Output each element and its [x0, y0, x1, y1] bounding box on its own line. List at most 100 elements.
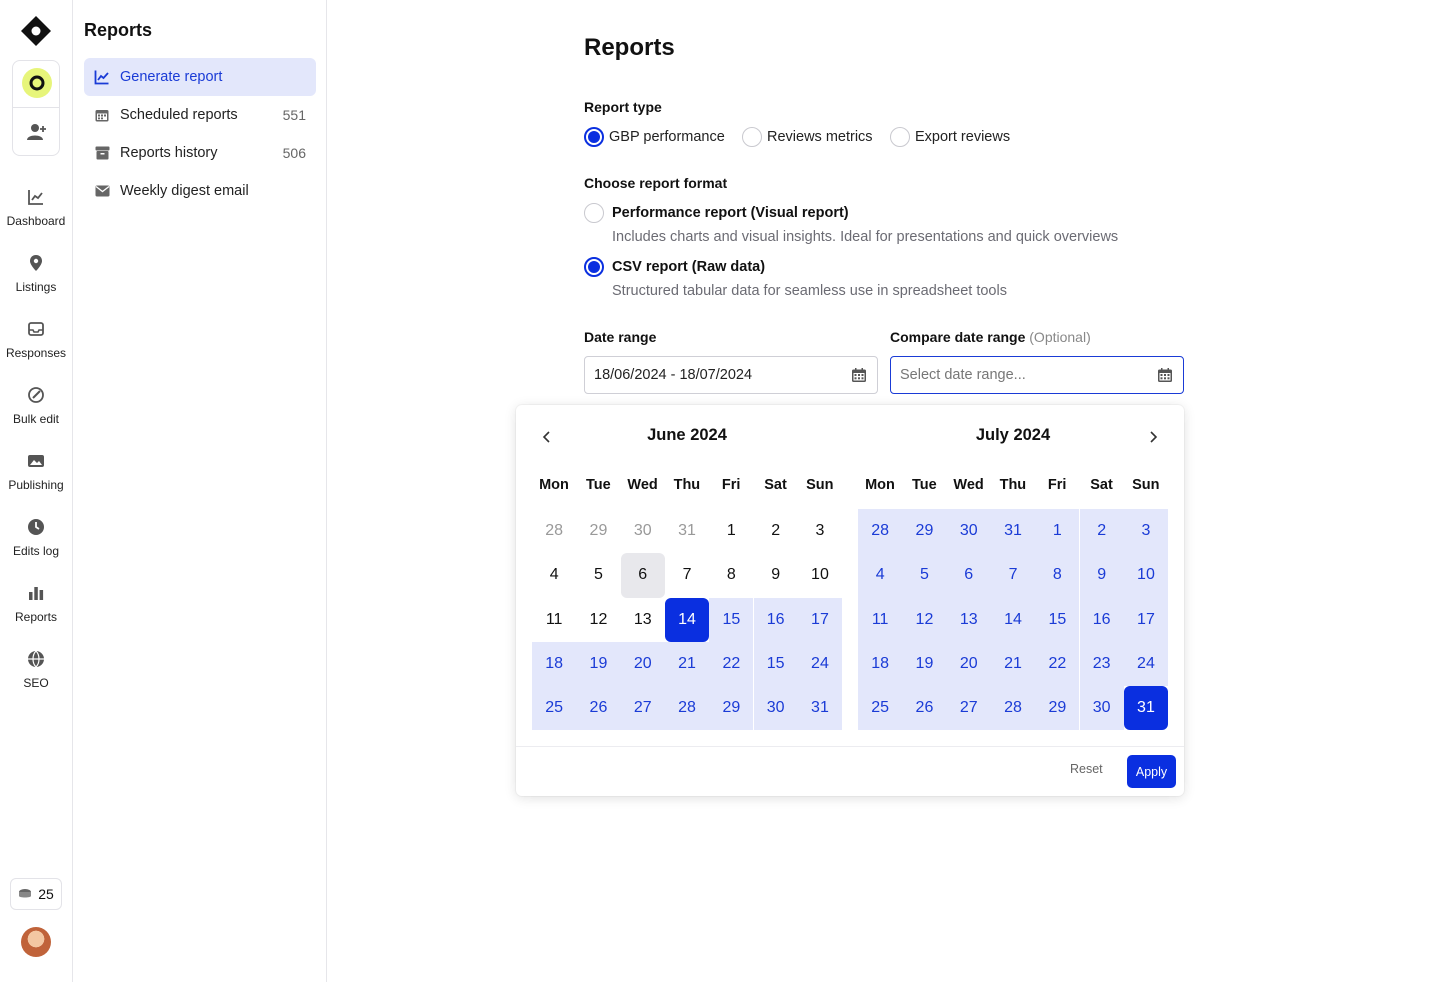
calendar-day[interactable]: 26: [902, 686, 947, 731]
calendar-day[interactable]: 9: [754, 553, 798, 597]
calendar-day[interactable]: 28: [990, 686, 1036, 731]
calendar-day[interactable]: 30: [1079, 686, 1124, 731]
rail-item-seo[interactable]: SEO: [0, 650, 72, 690]
rail-item-reports[interactable]: Reports: [0, 584, 72, 624]
calendar-day[interactable]: 30: [946, 509, 991, 554]
calendar-day[interactable]: 5: [576, 553, 620, 597]
calendar-day[interactable]: 30: [753, 686, 798, 731]
calendar-day[interactable]: 20: [946, 641, 991, 687]
calendar-day[interactable]: 29: [902, 509, 947, 554]
calendar-day[interactable]: 3: [1123, 509, 1169, 554]
compare-date-range-input[interactable]: Select date range...: [890, 356, 1184, 394]
calendar-day[interactable]: 19: [576, 641, 621, 687]
calendar-day[interactable]: 1: [709, 509, 753, 553]
rail-item-publishing[interactable]: Publishing: [0, 452, 72, 492]
calendar-icon[interactable]: [851, 367, 867, 383]
app-logo-icon[interactable]: [20, 15, 52, 47]
radio-button-selected[interactable]: [584, 257, 604, 277]
calendar-day[interactable]: 30: [621, 509, 665, 553]
calendar-day[interactable]: 12: [576, 598, 620, 642]
calendar-icon[interactable]: [1157, 367, 1173, 383]
reset-button[interactable]: Reset: [1070, 762, 1103, 776]
calendar-day[interactable]: 24: [1123, 641, 1169, 687]
rail-item-bulk-edit[interactable]: Bulk edit: [0, 386, 72, 426]
calendar-day[interactable]: 16: [1079, 597, 1124, 642]
radio-format-visual[interactable]: Performance report (Visual report): [584, 203, 849, 223]
calendar-day[interactable]: 7: [665, 553, 709, 597]
calendar-day[interactable]: 4: [858, 553, 903, 598]
calendar-day[interactable]: 19: [902, 641, 947, 687]
credits-badge[interactable]: 25: [10, 878, 62, 910]
date-range-input[interactable]: 18/06/2024 - 18/07/2024: [584, 356, 878, 394]
calendar-day[interactable]: 29: [1035, 686, 1080, 731]
add-user-icon[interactable]: [26, 121, 48, 143]
calendar-day[interactable]: 7: [990, 553, 1036, 598]
calendar-day[interactable]: 28: [532, 509, 576, 553]
calendar-day[interactable]: 13: [621, 598, 665, 642]
calendar-day[interactable]: 1: [1035, 509, 1080, 554]
calendar-day[interactable]: 27: [620, 686, 665, 731]
calendar-day[interactable]: 10: [1123, 553, 1169, 598]
calendar-day[interactable]: 18: [858, 641, 903, 687]
calendar-day[interactable]: 31: [665, 509, 709, 553]
user-avatar[interactable]: [21, 927, 51, 957]
calendar-day[interactable]: 5: [902, 553, 947, 598]
subnav-item-scheduled-reports[interactable]: Scheduled reports 551: [84, 96, 316, 134]
calendar-day[interactable]: 13: [946, 597, 991, 642]
calendar-day[interactable]: 3: [798, 509, 842, 553]
calendar-day[interactable]: 22: [1035, 641, 1080, 687]
calendar-day[interactable]: 16: [753, 597, 798, 642]
calendar-day[interactable]: 31: [990, 509, 1036, 554]
subnav-item-reports-history[interactable]: Reports history 506: [84, 134, 316, 172]
calendar-day[interactable]: 11: [532, 598, 576, 642]
calendar-day[interactable]: 26: [576, 686, 621, 731]
calendar-day[interactable]: 12: [902, 597, 947, 642]
rail-item-listings[interactable]: Listings: [0, 254, 72, 294]
calendar-day[interactable]: 6: [946, 553, 991, 598]
radio-button[interactable]: [742, 127, 762, 147]
calendar-day[interactable]: 29: [576, 509, 620, 553]
calendar-day[interactable]: 28: [664, 686, 710, 731]
calendar-day[interactable]: 31: [1123, 686, 1169, 731]
calendar-day[interactable]: 29: [709, 686, 754, 731]
radio-button-selected[interactable]: [584, 127, 604, 147]
calendar-day[interactable]: 2: [1079, 509, 1124, 554]
calendar-day[interactable]: 25: [532, 686, 577, 731]
rail-item-edits-log[interactable]: Edits log: [0, 518, 72, 558]
calendar-day[interactable]: 9: [1079, 553, 1124, 598]
calendar-day[interactable]: 15: [753, 641, 798, 687]
calendar-day[interactable]: 2: [754, 509, 798, 553]
calendar-day[interactable]: 17: [797, 597, 843, 642]
calendar-day[interactable]: 4: [532, 553, 576, 597]
calendar-day[interactable]: 11: [858, 597, 903, 642]
calendar-day[interactable]: 24: [797, 641, 843, 687]
calendar-day[interactable]: 8: [1035, 553, 1080, 598]
calendar-day[interactable]: 20: [620, 641, 665, 687]
calendar-day[interactable]: 15: [1035, 597, 1080, 642]
subnav-item-generate-report[interactable]: Generate report: [84, 58, 316, 96]
account-avatar[interactable]: [22, 68, 52, 98]
subnav-item-weekly-digest[interactable]: Weekly digest email: [84, 172, 316, 210]
radio-export-reviews[interactable]: Export reviews: [890, 127, 1010, 147]
radio-button[interactable]: [890, 127, 910, 147]
calendar-day[interactable]: 6: [620, 553, 665, 598]
calendar-day[interactable]: 18: [532, 641, 577, 687]
rail-item-responses[interactable]: Responses: [0, 320, 72, 360]
calendar-day[interactable]: 8: [709, 553, 753, 597]
calendar-day[interactable]: 10: [798, 553, 842, 597]
calendar-day[interactable]: 17: [1123, 597, 1169, 642]
apply-button[interactable]: Apply: [1127, 755, 1176, 788]
calendar-day[interactable]: 21: [990, 641, 1036, 687]
calendar-day[interactable]: 31: [797, 686, 843, 731]
calendar-day[interactable]: 15: [709, 597, 754, 642]
calendar-day[interactable]: 14: [664, 597, 710, 642]
calendar-day[interactable]: 27: [946, 686, 991, 731]
radio-button[interactable]: [584, 203, 604, 223]
calendar-day[interactable]: 22: [709, 641, 754, 687]
rail-item-dashboard[interactable]: Dashboard: [0, 188, 72, 228]
radio-gbp-performance[interactable]: GBP performance: [584, 127, 725, 147]
calendar-day[interactable]: 21: [664, 641, 710, 687]
calendar-day[interactable]: 28: [858, 509, 903, 554]
calendar-day[interactable]: 25: [858, 686, 903, 731]
calendar-day[interactable]: 23: [1079, 641, 1124, 687]
